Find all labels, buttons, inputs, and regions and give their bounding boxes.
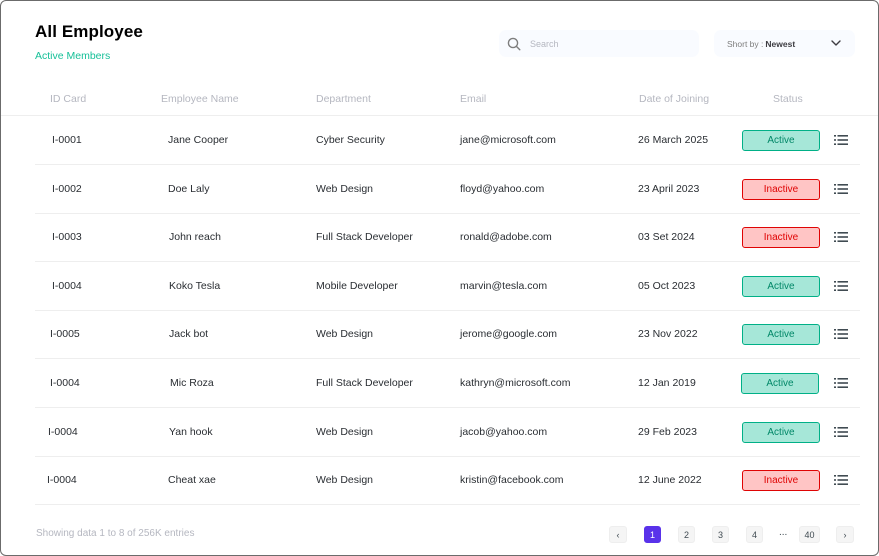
sort-value: Newest bbox=[765, 38, 796, 49]
pagination-page-last[interactable]: 40 bbox=[799, 526, 820, 543]
cell-date-of-joining: 23 April 2023 bbox=[638, 182, 700, 195]
table-row[interactable]: I-0002 Doe Laly Web Design floyd@yahoo.c… bbox=[35, 165, 860, 214]
cell-email: floyd@yahoo.com bbox=[460, 182, 545, 195]
status-badge: Inactive bbox=[742, 227, 820, 249]
cell-id-card: I-0004 bbox=[47, 474, 77, 487]
cell-id-card: I-0004 bbox=[48, 425, 78, 438]
column-header-status: Status bbox=[773, 93, 803, 105]
cell-date-of-joining: 29 Feb 2023 bbox=[638, 425, 697, 438]
cell-department: Web Design bbox=[316, 182, 374, 195]
cell-employee-name: John reach bbox=[169, 231, 221, 244]
cell-email: jacob@yahoo.com bbox=[460, 425, 548, 438]
cell-department: Web Design bbox=[316, 474, 374, 487]
cell-employee-name: Koko Tesla bbox=[169, 279, 221, 292]
cell-id-card: I-0002 bbox=[52, 182, 82, 195]
column-header-department: Department bbox=[316, 93, 371, 105]
chevron-down-icon bbox=[831, 40, 841, 46]
cell-id-card: I-0001 bbox=[52, 134, 82, 146]
status-badge: Inactive bbox=[742, 470, 820, 492]
cell-email: kristin@facebook.com bbox=[460, 474, 564, 487]
pagination-page-2[interactable]: 2 bbox=[678, 526, 695, 543]
pagination-prev-button[interactable]: ‹ bbox=[609, 526, 627, 543]
list-icon[interactable] bbox=[834, 280, 848, 292]
cell-department: Web Design bbox=[316, 328, 374, 341]
table-header: ID Card Employee Name Department Email D… bbox=[1, 87, 878, 116]
cell-email: jerome@google.com bbox=[460, 328, 558, 341]
status-badge: Active bbox=[742, 275, 820, 297]
page-subtitle: Active Members bbox=[35, 50, 111, 62]
cell-date-of-joining: 26 March 2025 bbox=[638, 134, 709, 146]
cell-date-of-joining: 05 Oct 2023 bbox=[638, 279, 696, 292]
cell-department: Full Stack Developer bbox=[316, 377, 413, 389]
column-header-id: ID Card bbox=[50, 93, 87, 105]
status-badge: Active bbox=[742, 421, 820, 443]
cell-employee-name: Mic Roza bbox=[170, 377, 214, 389]
search-box[interactable] bbox=[499, 30, 699, 57]
pagination-page-4[interactable]: 4 bbox=[746, 526, 763, 543]
cell-id-card: I-0004 bbox=[52, 279, 82, 292]
pagination-ellipsis: ... bbox=[779, 527, 788, 538]
cell-email: ronald@adobe.com bbox=[460, 231, 552, 244]
list-icon[interactable] bbox=[834, 183, 848, 195]
cell-date-of-joining: 03 Set 2024 bbox=[638, 231, 695, 244]
list-icon[interactable] bbox=[834, 231, 848, 243]
page-title: All Employee bbox=[35, 22, 143, 41]
cell-date-of-joining: 12 Jan 2019 bbox=[638, 377, 696, 389]
pagination-summary: Showing data 1 to 8 of 256K entries bbox=[36, 528, 195, 539]
cell-email: marvin@tesla.com bbox=[460, 279, 548, 292]
cell-date-of-joining: 23 Nov 2022 bbox=[638, 328, 698, 341]
status-badge: Active bbox=[742, 130, 820, 151]
table-row[interactable]: I-0005 Jack bot Web Design jerome@google… bbox=[35, 310, 860, 360]
employee-card: All Employee Active Members Short by : N… bbox=[0, 0, 879, 556]
status-badge: Active bbox=[742, 324, 820, 346]
cell-department: Web Design bbox=[316, 425, 374, 438]
cell-date-of-joining: 12 June 2022 bbox=[638, 474, 702, 487]
list-icon[interactable] bbox=[834, 474, 848, 486]
table-row[interactable]: I-0004 Mic Roza Full Stack Developer kat… bbox=[35, 359, 860, 408]
cell-id-card: I-0003 bbox=[52, 231, 82, 244]
cell-department: Cyber Security bbox=[316, 134, 385, 146]
table-row[interactable]: I-0003 John reach Full Stack Developer r… bbox=[35, 213, 860, 263]
search-input[interactable] bbox=[530, 38, 680, 49]
cell-department: Mobile Developer bbox=[316, 279, 398, 292]
cell-email: jane@microsoft.com bbox=[460, 134, 556, 146]
pagination-next-button[interactable]: › bbox=[836, 526, 854, 543]
search-icon bbox=[507, 37, 521, 51]
cell-employee-name: Cheat xae bbox=[168, 474, 216, 487]
column-header-email: Email bbox=[460, 93, 487, 105]
pagination-page-1[interactable]: 1 bbox=[644, 526, 661, 543]
list-icon[interactable] bbox=[834, 377, 848, 389]
cell-email: kathryn@microsoft.com bbox=[460, 377, 571, 389]
status-badge: Inactive bbox=[742, 178, 820, 200]
pagination-page-3[interactable]: 3 bbox=[712, 526, 729, 543]
status-badge: Active bbox=[741, 373, 819, 394]
table-row[interactable]: I-0004 Koko Tesla Mobile Developer marvi… bbox=[35, 262, 860, 311]
list-icon[interactable] bbox=[834, 328, 848, 340]
cell-employee-name: Yan hook bbox=[169, 425, 213, 438]
column-header-name: Employee Name bbox=[161, 93, 239, 105]
cell-employee-name: Jane Cooper bbox=[168, 134, 229, 146]
cell-id-card: I-0004 bbox=[50, 377, 80, 389]
sort-dropdown[interactable]: Short by : Newest bbox=[714, 30, 855, 57]
cell-employee-name: Doe Laly bbox=[168, 182, 210, 195]
table-row[interactable]: I-0004 Yan hook Web Design jacob@yahoo.c… bbox=[35, 408, 860, 457]
table-row[interactable]: I-0004 Cheat xae Web Design kristin@face… bbox=[35, 456, 860, 506]
list-icon[interactable] bbox=[834, 134, 848, 146]
table-row[interactable]: I-0001 Jane Cooper Cyber Security jane@m… bbox=[35, 116, 860, 165]
sort-label: Short by : bbox=[727, 38, 764, 49]
list-icon[interactable] bbox=[834, 426, 848, 438]
cell-id-card: I-0005 bbox=[50, 328, 80, 341]
column-header-date: Date of Joining bbox=[639, 93, 710, 105]
cell-department: Full Stack Developer bbox=[316, 231, 413, 244]
cell-employee-name: Jack bot bbox=[169, 328, 209, 341]
